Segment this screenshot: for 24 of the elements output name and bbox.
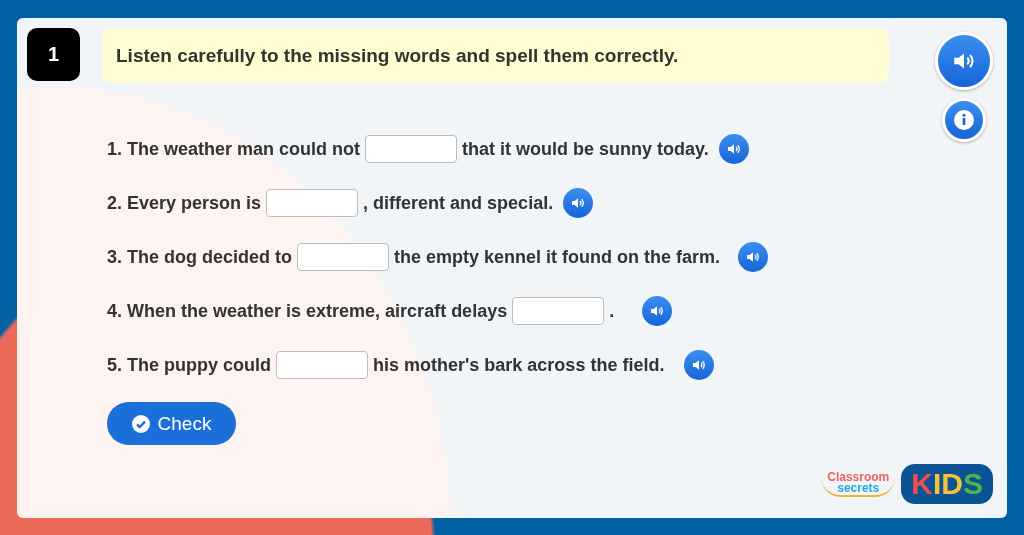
question-number: 1 (27, 28, 80, 81)
sentence-text: 5. The puppy could (107, 354, 271, 376)
sentence-text: that it would be sunny today. (462, 138, 709, 160)
sentence-text: the empty kennel it found on the farm. (394, 246, 721, 268)
sentence-text: , different and special. (363, 192, 554, 214)
sentence-text: 1. The weather man could not (107, 138, 361, 160)
audio-button[interactable] (563, 188, 594, 218)
info-button[interactable] (942, 98, 986, 142)
info-icon (954, 110, 974, 130)
sentence-text: 4. When the weather is extreme, aircraft delays (107, 300, 508, 322)
brand-logo: Classroom secrets (821, 471, 896, 497)
instruction-text: Listen carefully to the missing words and spell them correctly. (102, 28, 889, 83)
audio-button[interactable] (642, 296, 673, 326)
check-button[interactable]: Check (107, 402, 236, 445)
audio-button[interactable] (738, 242, 769, 272)
audio-button[interactable] (718, 134, 749, 164)
audio-button[interactable] (935, 32, 993, 90)
sentence-text: 3. The dog decided to (107, 246, 292, 268)
sentence-text: 2. Every person is (107, 192, 262, 214)
sentence-text: . (609, 300, 615, 322)
check-icon (131, 414, 150, 433)
audio-button[interactable] (684, 350, 715, 380)
sentence-text: his mother's bark across the field. (373, 354, 665, 376)
kids-badge: KIDS (901, 464, 993, 504)
